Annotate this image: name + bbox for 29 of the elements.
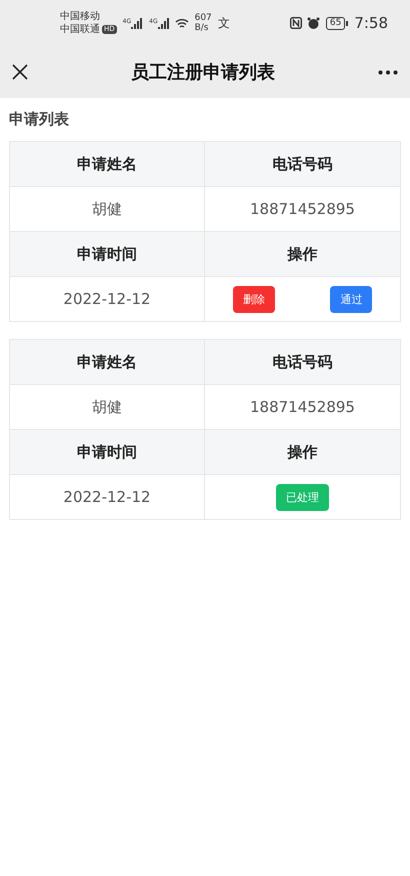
column-header: 电话号码 (205, 340, 400, 385)
column-header: 电话号码 (205, 142, 400, 187)
clock: 7:58 (354, 14, 388, 32)
more-icon[interactable] (378, 70, 398, 74)
input-method-icon: 文 (218, 14, 230, 32)
column-header: 操作 (205, 430, 400, 475)
approve-button[interactable]: 通过 (330, 286, 372, 312)
delete-button[interactable]: 删除 (232, 286, 275, 312)
close-icon[interactable] (12, 64, 28, 80)
signal-icon (131, 18, 144, 28)
wifi-icon (174, 18, 189, 28)
column-header: 申请姓名 (10, 340, 205, 385)
section-title: 申请列表 (9, 110, 70, 129)
table-cell: 2022-12-12 (10, 277, 205, 321)
alarm-icon (306, 16, 320, 30)
signal-icon (158, 18, 170, 28)
network-speed: 607 (194, 13, 212, 23)
nfc-icon (290, 17, 302, 29)
column-header: 操作 (205, 232, 400, 277)
carrier-name: 中国移动 (60, 10, 101, 23)
column-header: 申请时间 (10, 430, 205, 475)
battery-icon: 65 (326, 16, 348, 30)
table-cell: 2022-12-12 (10, 475, 205, 519)
page-title: 员工注册申请列表 (130, 61, 276, 84)
column-header: 申请时间 (10, 232, 205, 277)
carrier-name: 中国联通 (60, 23, 100, 36)
status-tag: 已处理 (276, 484, 329, 510)
speed-unit: B/s (194, 23, 210, 33)
column-header: 申请姓名 (10, 142, 205, 187)
